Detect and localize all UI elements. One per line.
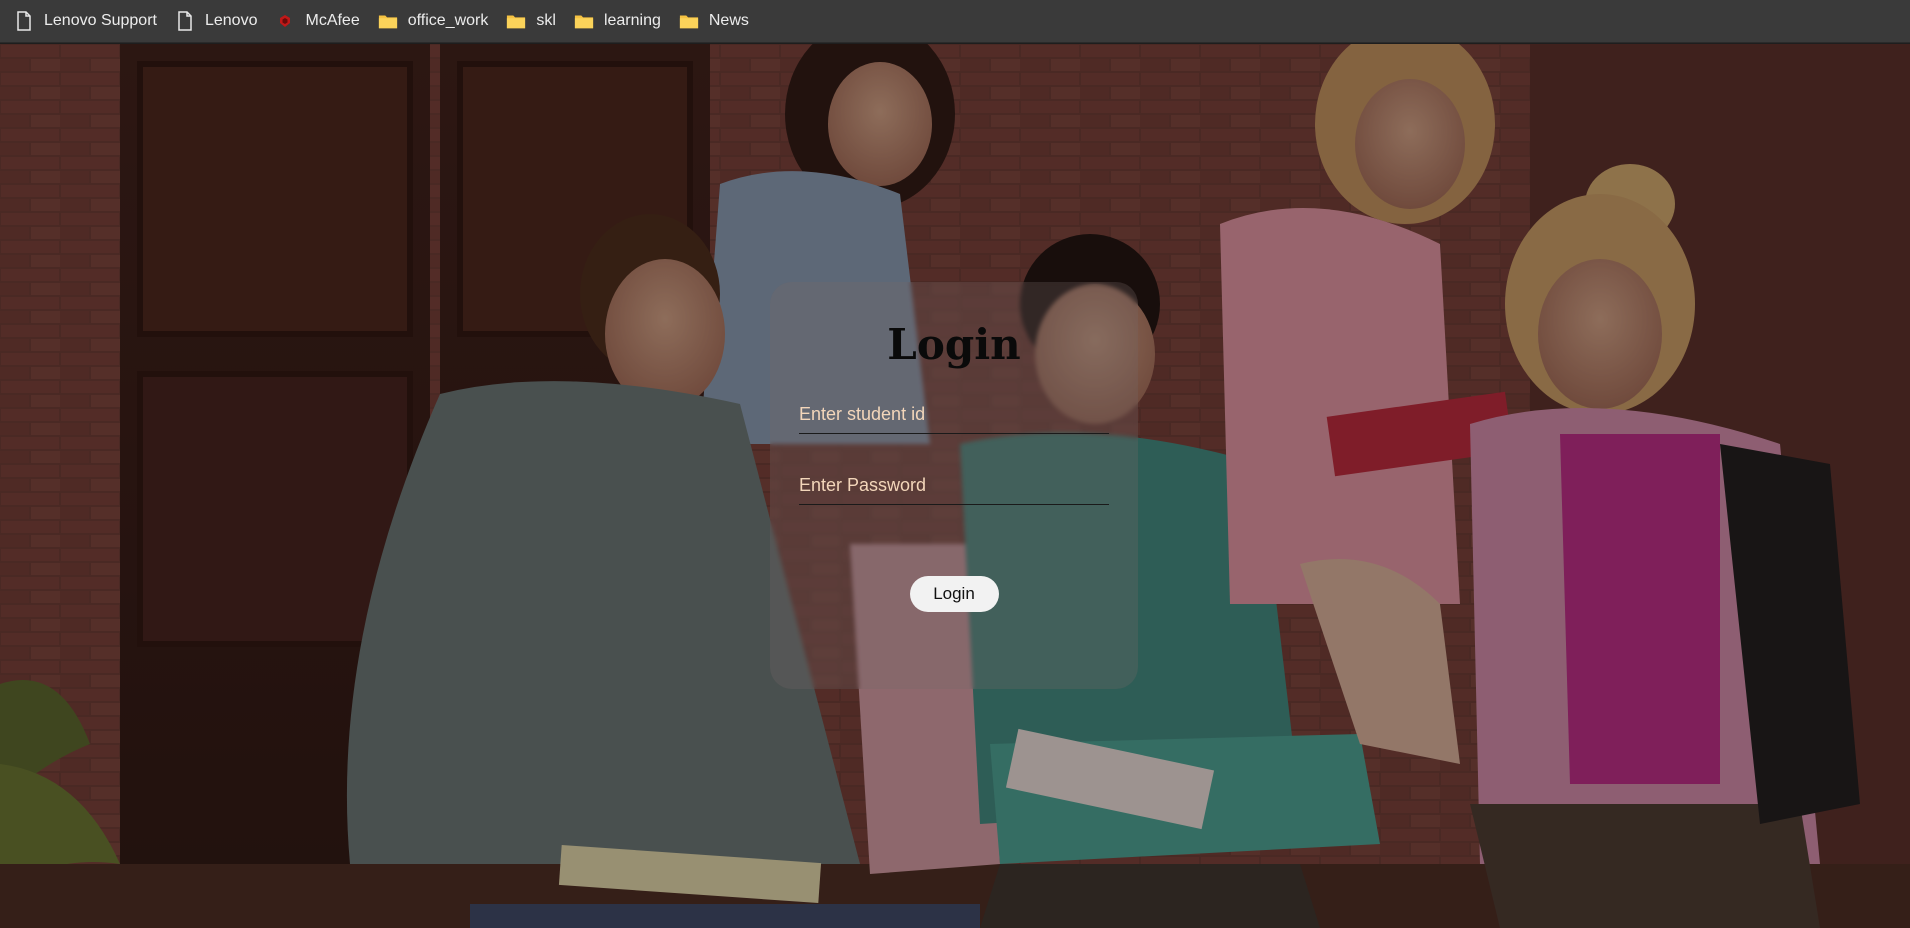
- folder-icon: [679, 11, 699, 31]
- bookmark-news[interactable]: News: [673, 6, 757, 36]
- bookmark-label: News: [708, 12, 749, 29]
- student-id-input[interactable]: [799, 398, 1109, 434]
- page-viewport: Login Login: [0, 44, 1910, 928]
- page-icon: [14, 11, 34, 31]
- folder-icon: [378, 11, 398, 31]
- bookmark-mcafee[interactable]: McAfee: [269, 6, 367, 36]
- mcafee-icon: [275, 11, 295, 31]
- bookmark-label: Lenovo Support: [44, 12, 157, 29]
- bookmark-lenovo-support[interactable]: Lenovo Support: [8, 6, 165, 36]
- folder-icon: [506, 11, 526, 31]
- folder-icon: [574, 11, 594, 31]
- bookmark-label: McAfee: [305, 12, 360, 29]
- login-title: Login: [887, 320, 1021, 369]
- bookmark-lenovo[interactable]: Lenovo: [169, 6, 266, 36]
- login-button[interactable]: Login: [909, 576, 999, 612]
- bookmark-office-work[interactable]: office_work: [372, 6, 497, 36]
- bookmark-label: office_work: [407, 12, 489, 29]
- bookmark-skl[interactable]: skl: [500, 6, 564, 36]
- bookmark-label: learning: [603, 12, 661, 29]
- bookmark-label: Lenovo: [204, 12, 258, 29]
- login-card: Login Login: [770, 282, 1138, 689]
- page-icon: [175, 11, 195, 31]
- bookmark-label: skl: [536, 12, 556, 29]
- bookmarks-bar: Lenovo Support Lenovo McAfee office_work…: [0, 0, 1910, 43]
- password-input[interactable]: [799, 469, 1109, 505]
- bookmark-learning[interactable]: learning: [568, 6, 669, 36]
